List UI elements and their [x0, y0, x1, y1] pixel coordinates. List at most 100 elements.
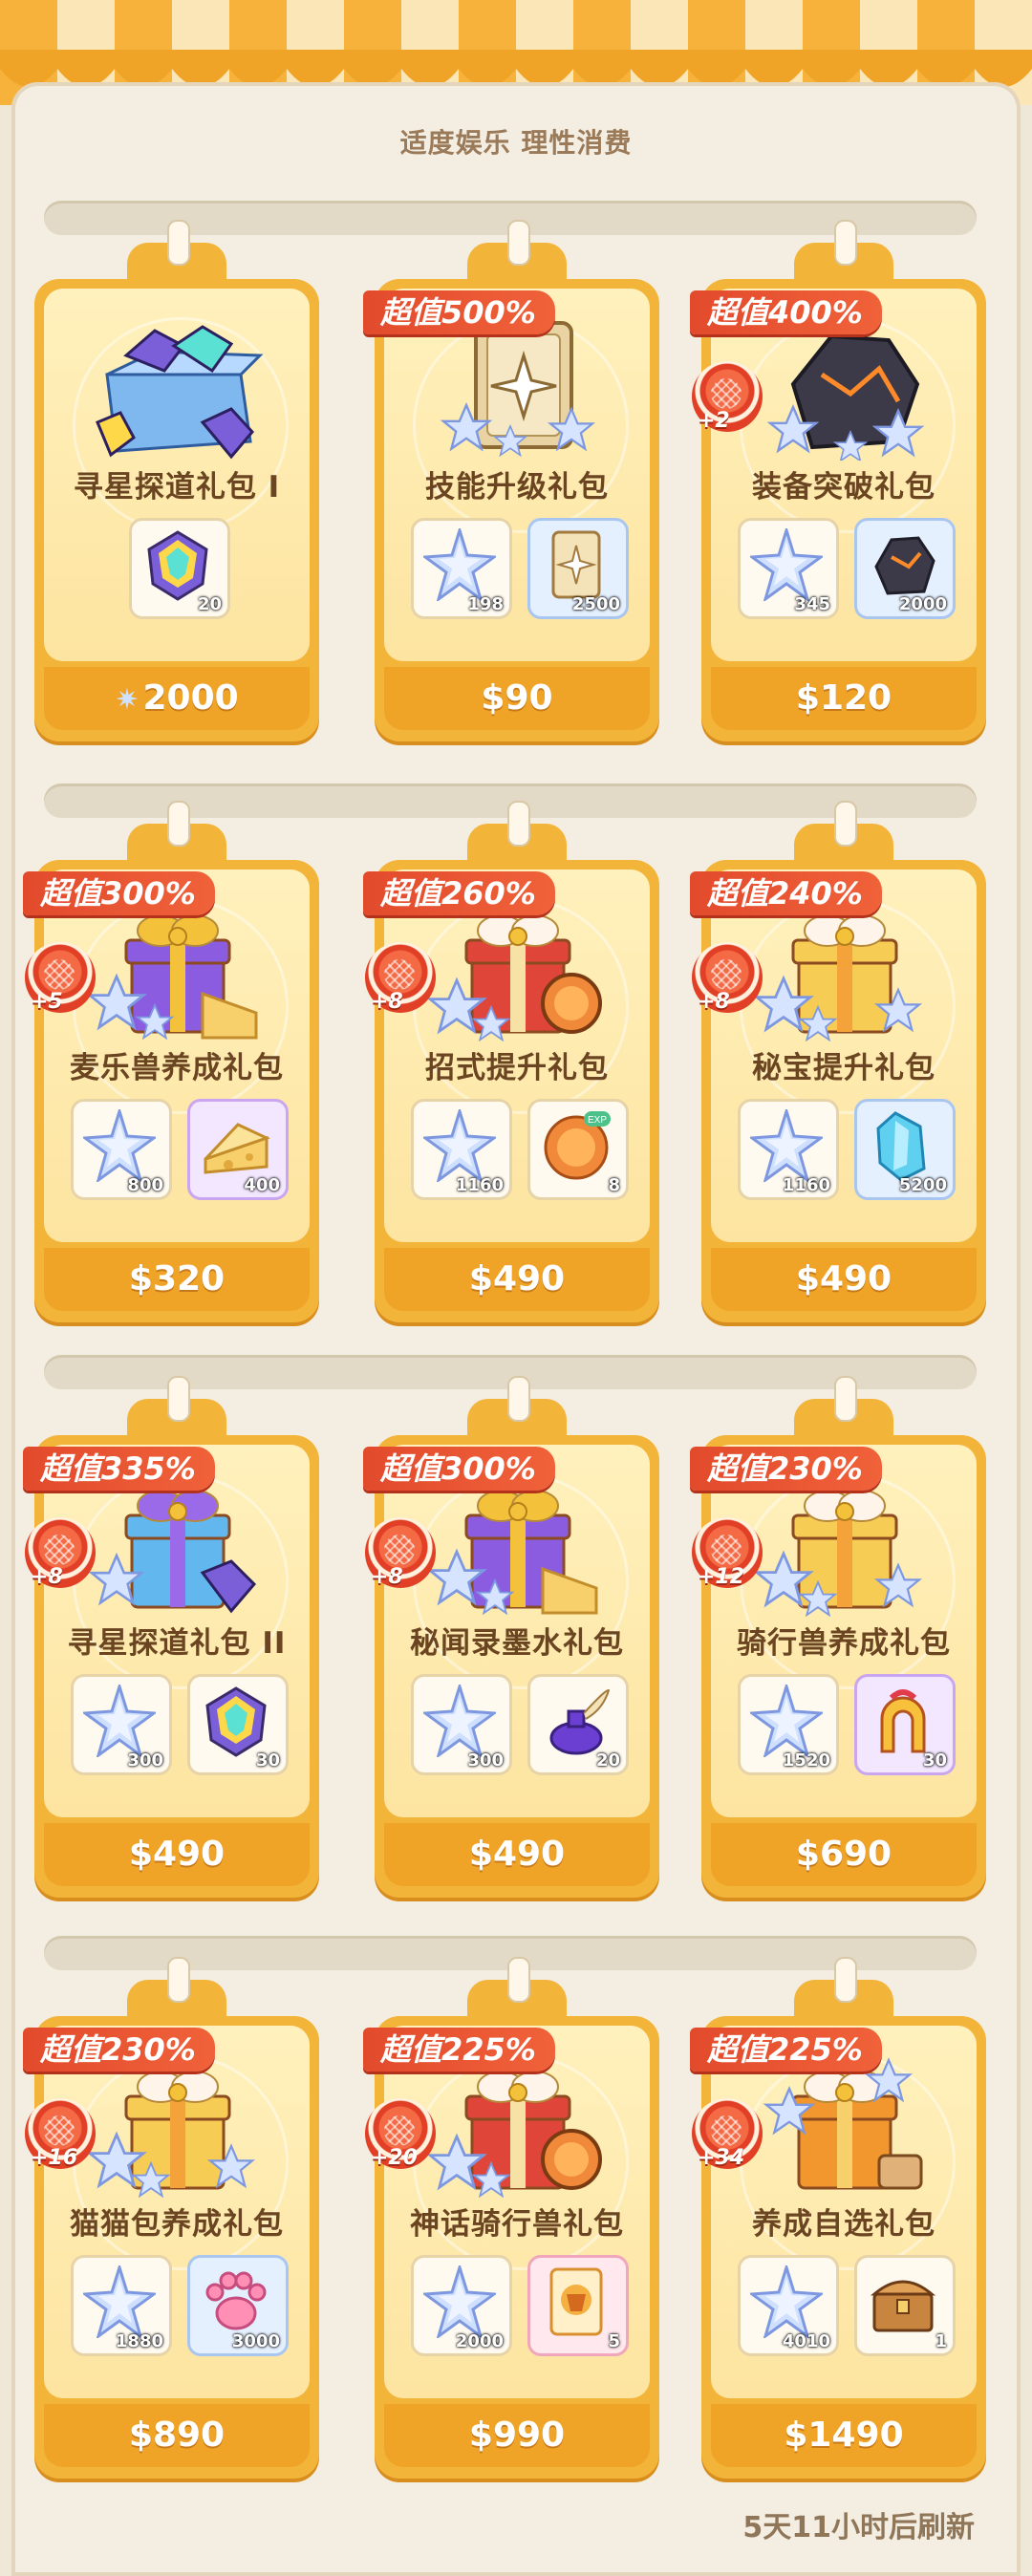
- skill-card-art-icon: [440, 321, 596, 458]
- reward-slot[interactable]: 345: [738, 518, 839, 619]
- hanger-hook: [167, 220, 190, 266]
- reward-items: 2000 5: [384, 2255, 650, 2356]
- reward-quantity: 20: [595, 1750, 620, 1771]
- gift-pack-card[interactable]: 超值230% +16 猫猫包养成礼包 1880 3000 $890: [23, 1957, 319, 2479]
- reward-slot[interactable]: 20: [129, 518, 230, 619]
- star-crystal-icon: [750, 528, 823, 601]
- buy-button[interactable]: $490: [384, 1823, 650, 1886]
- price-label: $490: [468, 1259, 566, 1299]
- hanger-hook: [507, 801, 530, 847]
- reward-slot[interactable]: 5200: [854, 1099, 956, 1200]
- skill-card-icon: [551, 530, 601, 599]
- age-advisory-slogan: 适度娱乐 理性消费: [399, 127, 633, 159]
- gift-pack-card[interactable]: 寻星探道礼包 I 20 ✷ 2000: [34, 220, 319, 741]
- reward-slot[interactable]: 800: [71, 1099, 172, 1200]
- reward-slot[interactable]: 30: [854, 1674, 956, 1775]
- reward-slot[interactable]: 20: [527, 1674, 629, 1775]
- reward-quantity: 300: [127, 1750, 163, 1771]
- value-badge: 超值300%: [363, 1447, 555, 1491]
- buy-button[interactable]: ✷ 2000: [44, 667, 310, 730]
- reward-items: 198 2500: [384, 518, 650, 619]
- reward-slot[interactable]: 1520: [738, 1674, 839, 1775]
- reward-slot[interactable]: 198: [411, 518, 512, 619]
- gift-pack-card[interactable]: 超值240% +8 秘宝提升礼包 1160 5200 $490: [690, 801, 986, 1322]
- buy-button[interactable]: $890: [44, 2404, 310, 2467]
- gift-pack-card[interactable]: 超值230% +12 骑行兽养成礼包 1520 30 $690: [690, 1376, 986, 1898]
- reward-slot[interactable]: 2000: [854, 518, 956, 619]
- reward-quantity: 8: [608, 1175, 620, 1195]
- value-badge: 超值260%: [363, 871, 555, 915]
- bonus-medal-icon: +5: [25, 942, 96, 1014]
- reward-slot[interactable]: 300: [71, 1674, 172, 1775]
- buy-button[interactable]: $490: [711, 1248, 977, 1311]
- buy-button[interactable]: $490: [44, 1823, 310, 1886]
- reward-slot[interactable]: 30: [187, 1674, 289, 1775]
- gift-pack-card[interactable]: 超值400% +2 装备突破礼包 345 2000 $120: [690, 220, 986, 741]
- reward-slot[interactable]: EXP 8: [527, 1099, 629, 1200]
- reward-quantity: 2000: [455, 2331, 504, 2351]
- buy-button[interactable]: $320: [44, 1248, 310, 1311]
- gift-pack-title: 寻星探道礼包 II: [67, 1626, 287, 1661]
- buy-button[interactable]: $690: [711, 1823, 977, 1886]
- reward-quantity: 1: [935, 2331, 947, 2351]
- price-label: $1490: [784, 2415, 904, 2455]
- gift-pack-title: 寻星探道礼包 I: [73, 470, 281, 504]
- reward-quantity: 2500: [571, 594, 620, 614]
- bonus-count: +8: [698, 990, 730, 1014]
- bonus-count: +12: [698, 1565, 745, 1589]
- svg-text:EXP: EXP: [588, 1115, 607, 1126]
- hanger-hook: [834, 1957, 857, 2003]
- buy-button[interactable]: $490: [384, 1248, 650, 1311]
- gift-pack-title: 猫猫包养成礼包: [70, 2207, 284, 2242]
- gift-pack-card[interactable]: 超值300% +8 秘闻录墨水礼包 300 20 $490: [363, 1376, 659, 1898]
- reward-slot[interactable]: 1880: [71, 2255, 172, 2356]
- gift-pack-card[interactable]: 超值500% 技能升级礼包 198 2500 $90: [363, 220, 659, 741]
- gift-pack-card[interactable]: 超值335% +8 寻星探道礼包 II 300 30 $490: [23, 1376, 319, 1898]
- price-label: 2000: [142, 678, 239, 718]
- star-crystal-icon: [750, 1685, 823, 1757]
- bonus-count: +20: [371, 2146, 419, 2170]
- reward-slot[interactable]: 2000: [411, 2255, 512, 2356]
- reward-slot[interactable]: 5: [527, 2255, 629, 2356]
- reward-slot[interactable]: 3000: [187, 2255, 289, 2356]
- star-crystal-icon: [750, 2265, 823, 2338]
- value-badge: 超值225%: [363, 2028, 555, 2072]
- price-label: $490: [468, 1835, 566, 1874]
- reward-quantity: 20: [197, 594, 222, 614]
- mount-card-icon: [549, 2267, 603, 2336]
- rainbow-gem-icon: [205, 1686, 267, 1757]
- reward-slot[interactable]: 1: [854, 2255, 956, 2356]
- reward-slot[interactable]: 2500: [527, 518, 629, 619]
- reward-slot[interactable]: 1160: [738, 1099, 839, 1200]
- bonus-medal-icon: +20: [365, 2098, 436, 2170]
- reward-items: 300 20: [384, 1674, 650, 1775]
- gift-pack-card[interactable]: 超值225% +34 养成自选礼包 4010 1 $1490: [690, 1957, 986, 2479]
- reward-quantity: 1520: [782, 1750, 830, 1771]
- buy-button[interactable]: $120: [711, 667, 977, 730]
- reward-slot[interactable]: 4010: [738, 2255, 839, 2356]
- reward-slot[interactable]: 300: [411, 1674, 512, 1775]
- reward-items: 1160 5200: [711, 1099, 977, 1200]
- reward-items: 1520 30: [711, 1674, 977, 1775]
- red-gift-art-icon: [428, 2071, 602, 2198]
- reward-slot[interactable]: 400: [187, 1099, 289, 1200]
- price-label: $890: [128, 2415, 226, 2455]
- gift-pack-card[interactable]: 超值225% +20 神话骑行兽礼包 2000 5 $990: [363, 1957, 659, 2479]
- gold-gift-art-icon: [88, 2071, 256, 2198]
- blue-gift-art-icon: [88, 1490, 257, 1614]
- buy-button[interactable]: $90: [384, 667, 650, 730]
- reward-quantity: 300: [467, 1750, 504, 1771]
- value-badge: 超值300%: [23, 871, 215, 915]
- star-coin-icon: ✷: [115, 683, 140, 717]
- gift-pack-card[interactable]: 超值300% +5 麦乐兽养成礼包 800 400 $320: [23, 801, 319, 1322]
- gift-pack-title: 麦乐兽养成礼包: [70, 1051, 284, 1085]
- reward-slot[interactable]: 1160: [411, 1099, 512, 1200]
- gift-pack-title: 神话骑行兽礼包: [410, 2207, 624, 2242]
- star-crystal-icon: [750, 1109, 823, 1182]
- buy-button[interactable]: $990: [384, 2404, 650, 2467]
- reward-quantity: 1160: [782, 1175, 830, 1195]
- gift-pack-card[interactable]: 超值260% +8 招式提升礼包 1160 EXP 8 $490: [363, 801, 659, 1322]
- paw-icon: [205, 2271, 267, 2330]
- hanger-hook: [507, 1376, 530, 1422]
- buy-button[interactable]: $1490: [711, 2404, 977, 2467]
